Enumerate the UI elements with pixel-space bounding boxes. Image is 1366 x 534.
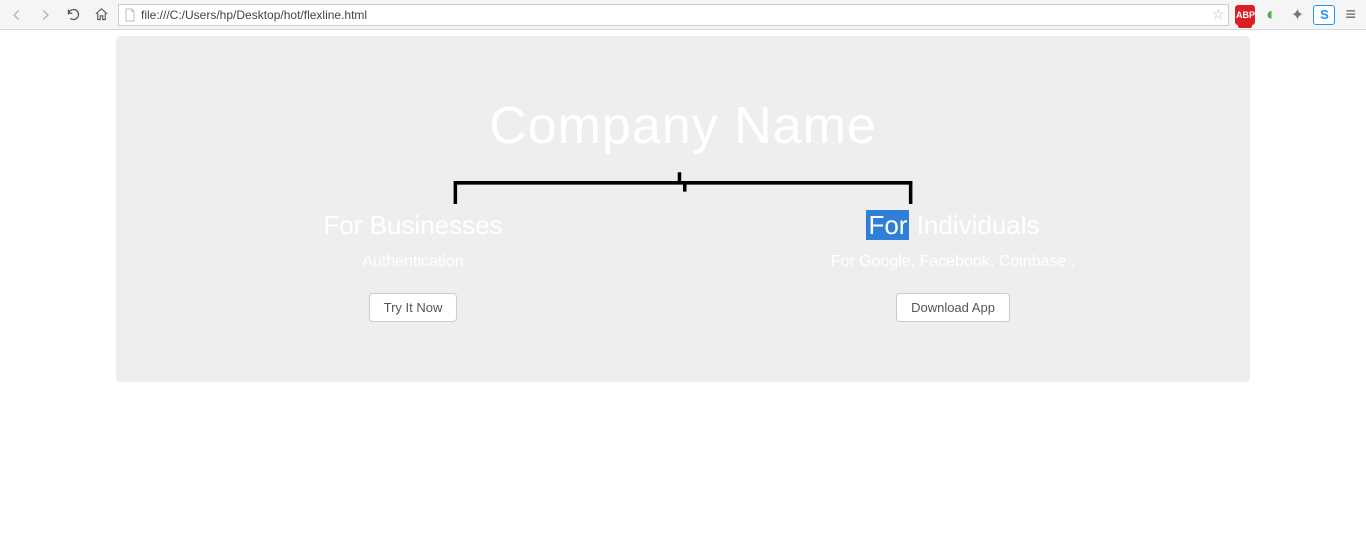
menu-icon[interactable]: ≡ bbox=[1341, 4, 1360, 25]
hero-card: Company Name For Businesses Authenticati… bbox=[116, 36, 1250, 382]
bracket-annotation bbox=[423, 174, 943, 204]
forward-button[interactable] bbox=[34, 4, 56, 26]
address-bar[interactable]: file:///C:/Users/hp/Desktop/hot/flexline… bbox=[118, 4, 1229, 26]
businesses-heading: For Businesses bbox=[253, 210, 573, 241]
businesses-sub: Authentication bbox=[253, 253, 573, 271]
individuals-sub: For Google, Facebook, Coinbase . bbox=[793, 253, 1113, 271]
individuals-heading-rest: Individuals bbox=[909, 210, 1039, 240]
back-button[interactable] bbox=[6, 4, 28, 26]
columns: For Businesses Authentication Try It Now… bbox=[156, 210, 1210, 322]
individuals-heading: For Individuals bbox=[793, 210, 1113, 241]
url-text: file:///C:/Users/hp/Desktop/hot/flexline… bbox=[141, 8, 1208, 22]
extension-green-icon[interactable]: ◐ bbox=[1261, 5, 1281, 25]
bookmark-star-icon[interactable]: ☆ bbox=[1212, 6, 1225, 23]
browser-toolbar: file:///C:/Users/hp/Desktop/hot/flexline… bbox=[0, 0, 1366, 30]
adblock-icon[interactable]: ABP bbox=[1235, 5, 1255, 25]
try-it-now-button[interactable]: Try It Now bbox=[369, 293, 458, 322]
page-viewport: Company Name For Businesses Authenticati… bbox=[0, 30, 1366, 382]
extension-wand-icon[interactable]: ✦ bbox=[1287, 5, 1307, 25]
column-individuals: For Individuals For Google, Facebook, Co… bbox=[793, 210, 1113, 322]
reload-button[interactable] bbox=[62, 4, 84, 26]
column-businesses: For Businesses Authentication Try It Now bbox=[253, 210, 573, 322]
individuals-heading-highlight: For bbox=[866, 210, 909, 240]
download-app-button[interactable]: Download App bbox=[896, 293, 1010, 322]
page-icon bbox=[123, 8, 137, 22]
home-button[interactable] bbox=[90, 4, 112, 26]
page-title: Company Name bbox=[156, 96, 1210, 156]
extension-s-icon[interactable]: S bbox=[1313, 5, 1335, 25]
